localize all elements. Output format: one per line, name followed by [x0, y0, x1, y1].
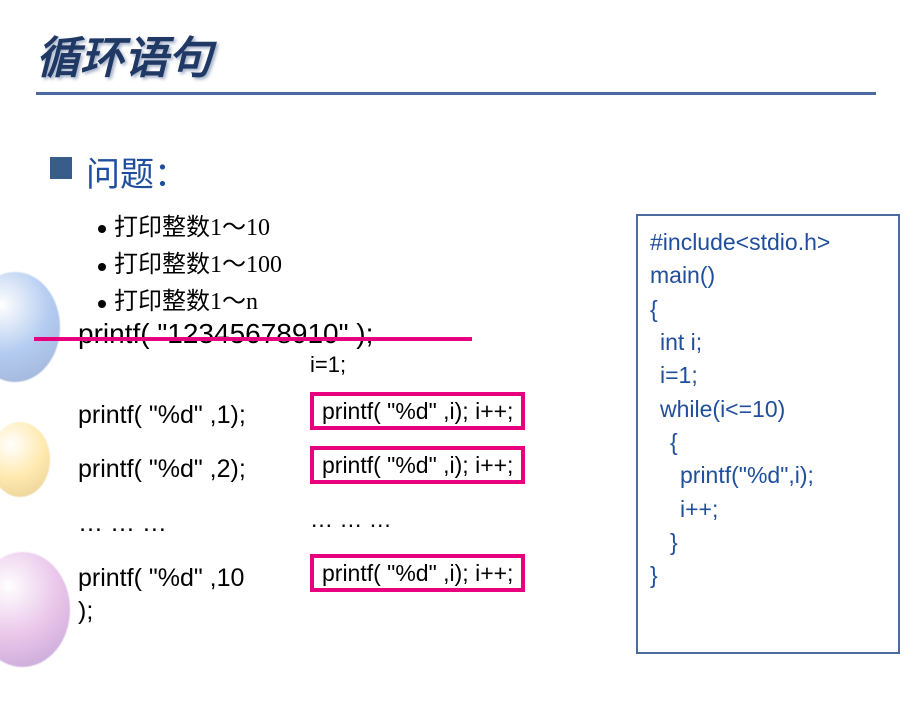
- balloon-decoration: [0, 552, 70, 667]
- list-item: 打印整数1～100: [98, 247, 282, 284]
- problem-list: 打印整数1～10 打印整数1～100 打印整数1～n: [98, 210, 282, 322]
- list-text: 打印整数1～100: [114, 252, 282, 278]
- code-line: {: [650, 426, 890, 459]
- code-line: i=1;: [650, 359, 890, 392]
- code-text: );: [78, 597, 93, 625]
- content-area: 问题： 打印整数1～10 打印整数1～100 打印整数1～n: [50, 147, 282, 322]
- title-bar: 循环语句: [36, 22, 876, 95]
- code-line: … … …: [78, 496, 246, 550]
- highlighted-code: printf( "%d" ,i); i++;: [310, 554, 525, 592]
- list-item: 打印整数1～10: [98, 210, 282, 247]
- list-text: 打印整数1～n: [114, 289, 258, 315]
- code-line: }: [650, 526, 890, 559]
- dot-icon: [98, 300, 106, 308]
- highlighted-code: printf( "%d" ,i); i++;: [310, 392, 525, 430]
- code-line: {: [650, 293, 890, 326]
- code-text: printf( "%d" ,10: [78, 564, 244, 592]
- square-bullet-icon: [50, 157, 72, 179]
- code-line: printf("%d",i);: [650, 459, 890, 492]
- problem-heading: 问题：: [86, 157, 188, 194]
- slide-title: 循环语句: [36, 34, 212, 83]
- strikethrough-line-icon: [34, 337, 472, 341]
- highlighted-code: printf( "%d" ,i); i++;: [310, 446, 525, 484]
- code-line: }: [650, 559, 890, 592]
- balloon-decoration: [0, 422, 50, 497]
- i-init-text: i=1;: [310, 352, 346, 378]
- code-line: int i;: [650, 326, 890, 359]
- code-line: i++;: [650, 493, 890, 526]
- code-line: main(): [650, 259, 890, 292]
- code-line: #include<stdio.h>: [650, 226, 890, 259]
- code-sample-box: #include<stdio.h> main() { int i; i=1; w…: [636, 214, 900, 654]
- boxed-code-line: printf( "%d" ,i); i++;: [310, 438, 525, 492]
- code-line: … … …: [310, 492, 525, 546]
- dot-icon: [98, 225, 106, 233]
- code-line: printf( "%d" ,10 );: [78, 562, 246, 627]
- list-item: 打印整数1～n: [98, 284, 282, 321]
- right-code-column: printf( "%d" ,i); i++; printf( "%d" ,i);…: [310, 384, 525, 600]
- code-line: printf( "%d" ,1);: [78, 388, 246, 442]
- struck-code-line: printf( "12345678910" );: [78, 318, 373, 350]
- boxed-code-line: printf( "%d" ,i); i++;: [310, 546, 525, 600]
- code-line: while(i<=10): [650, 393, 890, 426]
- dot-icon: [98, 263, 106, 271]
- left-code-column: printf( "%d" ,1); printf( "%d" ,2); … … …: [78, 388, 246, 627]
- list-text: 打印整数1～10: [114, 215, 270, 241]
- boxed-code-line: printf( "%d" ,i); i++;: [310, 384, 525, 438]
- code-line: printf( "%d" ,2);: [78, 442, 246, 496]
